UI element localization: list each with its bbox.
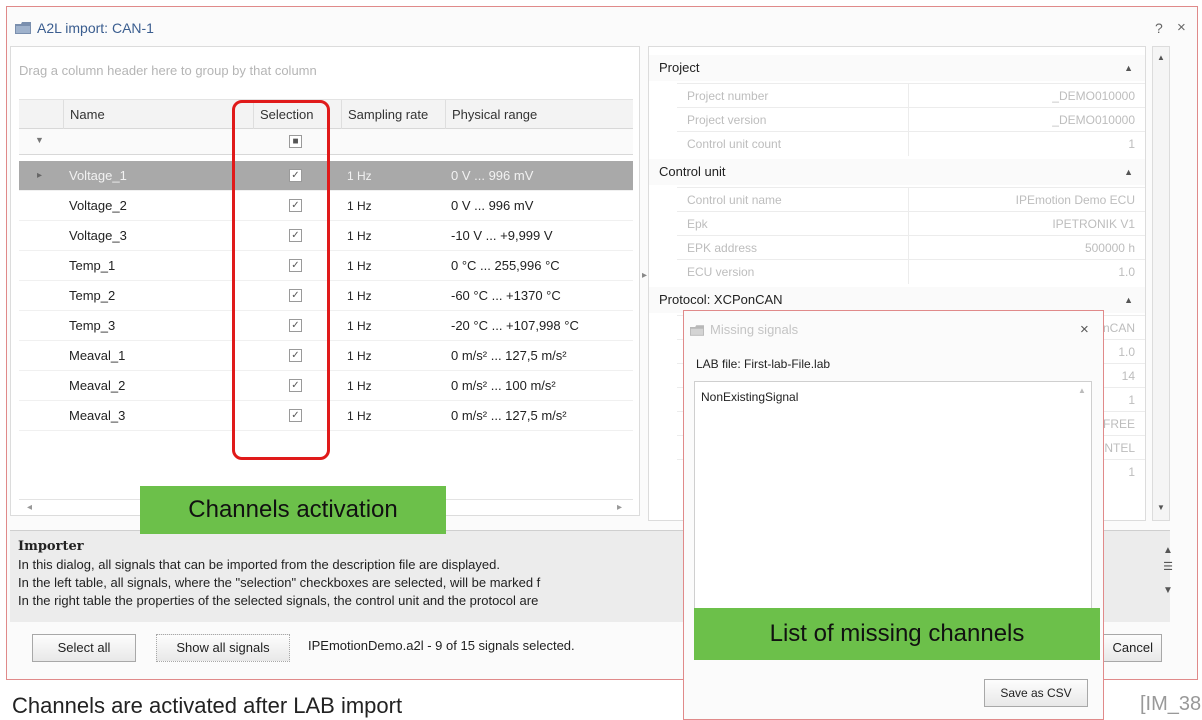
property-value: IPEmotion Demo ECU	[1015, 193, 1135, 207]
importer-title: Importer	[18, 539, 84, 554]
property-key: ECU version	[677, 260, 909, 284]
collapse-icon[interactable]: ▲	[1124, 55, 1133, 81]
scroll-right-icon[interactable]: ▸	[617, 502, 622, 513]
property-row[interactable]: Epk IPETRONIK V1	[677, 211, 1145, 236]
cell-physical-range: 0 m/s² ... 127,5 m/s²	[451, 348, 567, 363]
panel-splitter-icon[interactable]: ▸	[642, 270, 647, 281]
cell-physical-range: -60 °C ... +1370 °C	[451, 288, 561, 303]
properties-scrollbar[interactable]: ▲ ▼	[1152, 46, 1170, 521]
scroll-down-icon[interactable]: ▼	[1157, 503, 1165, 512]
column-header-sampling-rate[interactable]: Sampling rate	[341, 100, 445, 130]
property-key: EPK address	[677, 236, 909, 260]
property-value: 1	[1128, 137, 1135, 151]
property-row[interactable]: Control unit count 1	[677, 131, 1145, 156]
cell-sampling-rate: 1 Hz	[347, 229, 372, 243]
scroll-down-icon[interactable]: ▼	[1158, 585, 1178, 596]
property-key: Project number	[677, 84, 909, 108]
scroll-thumb-icon[interactable]: ☰	[1158, 560, 1178, 573]
folder-icon	[15, 22, 31, 34]
importer-text-line: In the left table, all signals, where th…	[18, 575, 541, 590]
cell-name: Temp_3	[69, 318, 116, 333]
selection-column-highlight	[232, 100, 330, 460]
importer-text-line: In the right table the properties of the…	[18, 593, 539, 608]
cell-name: Voltage_1	[69, 168, 127, 183]
show-all-signals-button[interactable]: Show all signals	[156, 634, 290, 662]
cell-physical-range: 0 m/s² ... 127,5 m/s²	[451, 408, 567, 423]
group-by-hint[interactable]: Drag a column header here to group by th…	[19, 63, 317, 78]
scroll-left-icon[interactable]: ◂	[27, 502, 32, 513]
cell-physical-range: -20 °C ... +107,998 °C	[451, 318, 579, 333]
section-title: Protocol: XCPonCAN	[659, 292, 783, 307]
section-title: Project	[659, 60, 700, 75]
property-key: Project version	[677, 108, 909, 132]
missing-signals-list[interactable]: NonExistingSignal ▲	[694, 381, 1092, 609]
popup-close-button[interactable]: ×	[1080, 321, 1089, 338]
cell-sampling-rate: 1 Hz	[347, 409, 372, 423]
figure-caption: Channels are activated after LAB import	[12, 693, 403, 718]
cell-sampling-rate: 1 Hz	[347, 349, 372, 363]
cell-sampling-rate: 1 Hz	[347, 199, 372, 213]
close-button[interactable]: ×	[1177, 19, 1186, 36]
importer-scrollbar[interactable]: ▲ ☰ ▼	[1158, 531, 1178, 623]
cell-sampling-rate: 1 Hz	[347, 259, 372, 273]
channels-activation-label: Channels activation	[140, 486, 446, 534]
popup-title: Missing signals	[710, 322, 799, 337]
filter-icon[interactable]: ▼	[35, 135, 44, 145]
dialog-titlebar: A2L import: CAN-1 ? ×	[7, 7, 1197, 47]
missing-channels-label: List of missing channels	[694, 608, 1100, 660]
folder-icon	[690, 325, 704, 336]
select-all-button[interactable]: Select all	[32, 634, 136, 662]
list-scrollbar[interactable]: ▲	[1073, 382, 1091, 608]
collapse-icon[interactable]: ▲	[1124, 159, 1133, 185]
property-row[interactable]: Project version _DEMO010000	[677, 107, 1145, 132]
property-value: IPETRONIK V1	[1052, 217, 1135, 231]
cell-name: Meaval_1	[69, 348, 126, 363]
cancel-button[interactable]: Cancel	[1100, 634, 1162, 662]
property-value: _DEMO010000	[1052, 89, 1135, 103]
cell-physical-range: -10 V ... +9,999 V	[451, 228, 553, 243]
property-key: Epk	[677, 212, 909, 236]
cell-sampling-rate: 1 Hz	[347, 319, 372, 333]
cell-name: Voltage_2	[69, 198, 127, 213]
section-project[interactable]: Project ▲	[649, 55, 1145, 81]
scroll-up-icon[interactable]: ▲	[1158, 545, 1178, 556]
section-control-unit[interactable]: Control unit ▲	[649, 159, 1145, 185]
property-value: 500000 h	[1084, 241, 1135, 255]
cell-physical-range: 0 V ... 996 mV	[451, 198, 534, 213]
row-indicator-icon: ▸	[37, 170, 43, 181]
save-as-csv-button[interactable]: Save as CSV	[984, 679, 1088, 707]
cell-name: Meaval_3	[69, 408, 126, 423]
property-row[interactable]: EPK address 500000 h	[677, 235, 1145, 260]
property-row[interactable]: Project number _DEMO010000	[677, 83, 1145, 108]
lab-file-label: LAB file: First-lab-File.lab	[696, 357, 831, 371]
cell-sampling-rate: 1 Hz	[347, 289, 372, 303]
cell-name: Temp_2	[69, 288, 116, 303]
property-key: Control unit count	[677, 132, 909, 156]
cell-name: Meaval_2	[69, 378, 126, 393]
cell-name: Voltage_3	[69, 228, 127, 243]
cell-physical-range: 0 °C ... 255,996 °C	[451, 258, 560, 273]
property-row[interactable]: ECU version 1.0	[677, 259, 1145, 284]
dialog-title: A2L import: CAN-1	[37, 20, 154, 36]
property-row[interactable]: Control unit name IPEmotion Demo ECU	[677, 187, 1145, 212]
selection-status: IPEmotionDemo.a2l - 9 of 15 signals sele…	[308, 638, 575, 653]
scroll-up-icon[interactable]: ▲	[1157, 53, 1165, 62]
cell-physical-range: 0 m/s² ... 100 m/s²	[451, 378, 556, 393]
property-value: _DEMO010000	[1052, 113, 1135, 127]
cell-physical-range: 0 V ... 996 mV	[451, 168, 534, 183]
column-header-name[interactable]: Name	[63, 100, 253, 130]
figure-reference: [IM_38	[1140, 693, 1202, 715]
property-value: 1.0	[1118, 265, 1135, 279]
collapse-icon[interactable]: ▲	[1124, 287, 1133, 313]
section-title: Control unit	[659, 164, 726, 179]
property-key: Control unit name	[677, 188, 909, 212]
help-button[interactable]: ?	[1155, 20, 1163, 36]
cell-sampling-rate: 1 Hz	[347, 379, 372, 393]
cell-name: Temp_1	[69, 258, 116, 273]
cell-sampling-rate: 1 Hz	[347, 169, 372, 183]
row-indicator-header	[19, 100, 63, 130]
list-item[interactable]: NonExistingSignal	[701, 390, 798, 404]
importer-text-line: In this dialog, all signals that can be …	[18, 557, 500, 572]
column-header-physical-range[interactable]: Physical range	[445, 100, 633, 130]
